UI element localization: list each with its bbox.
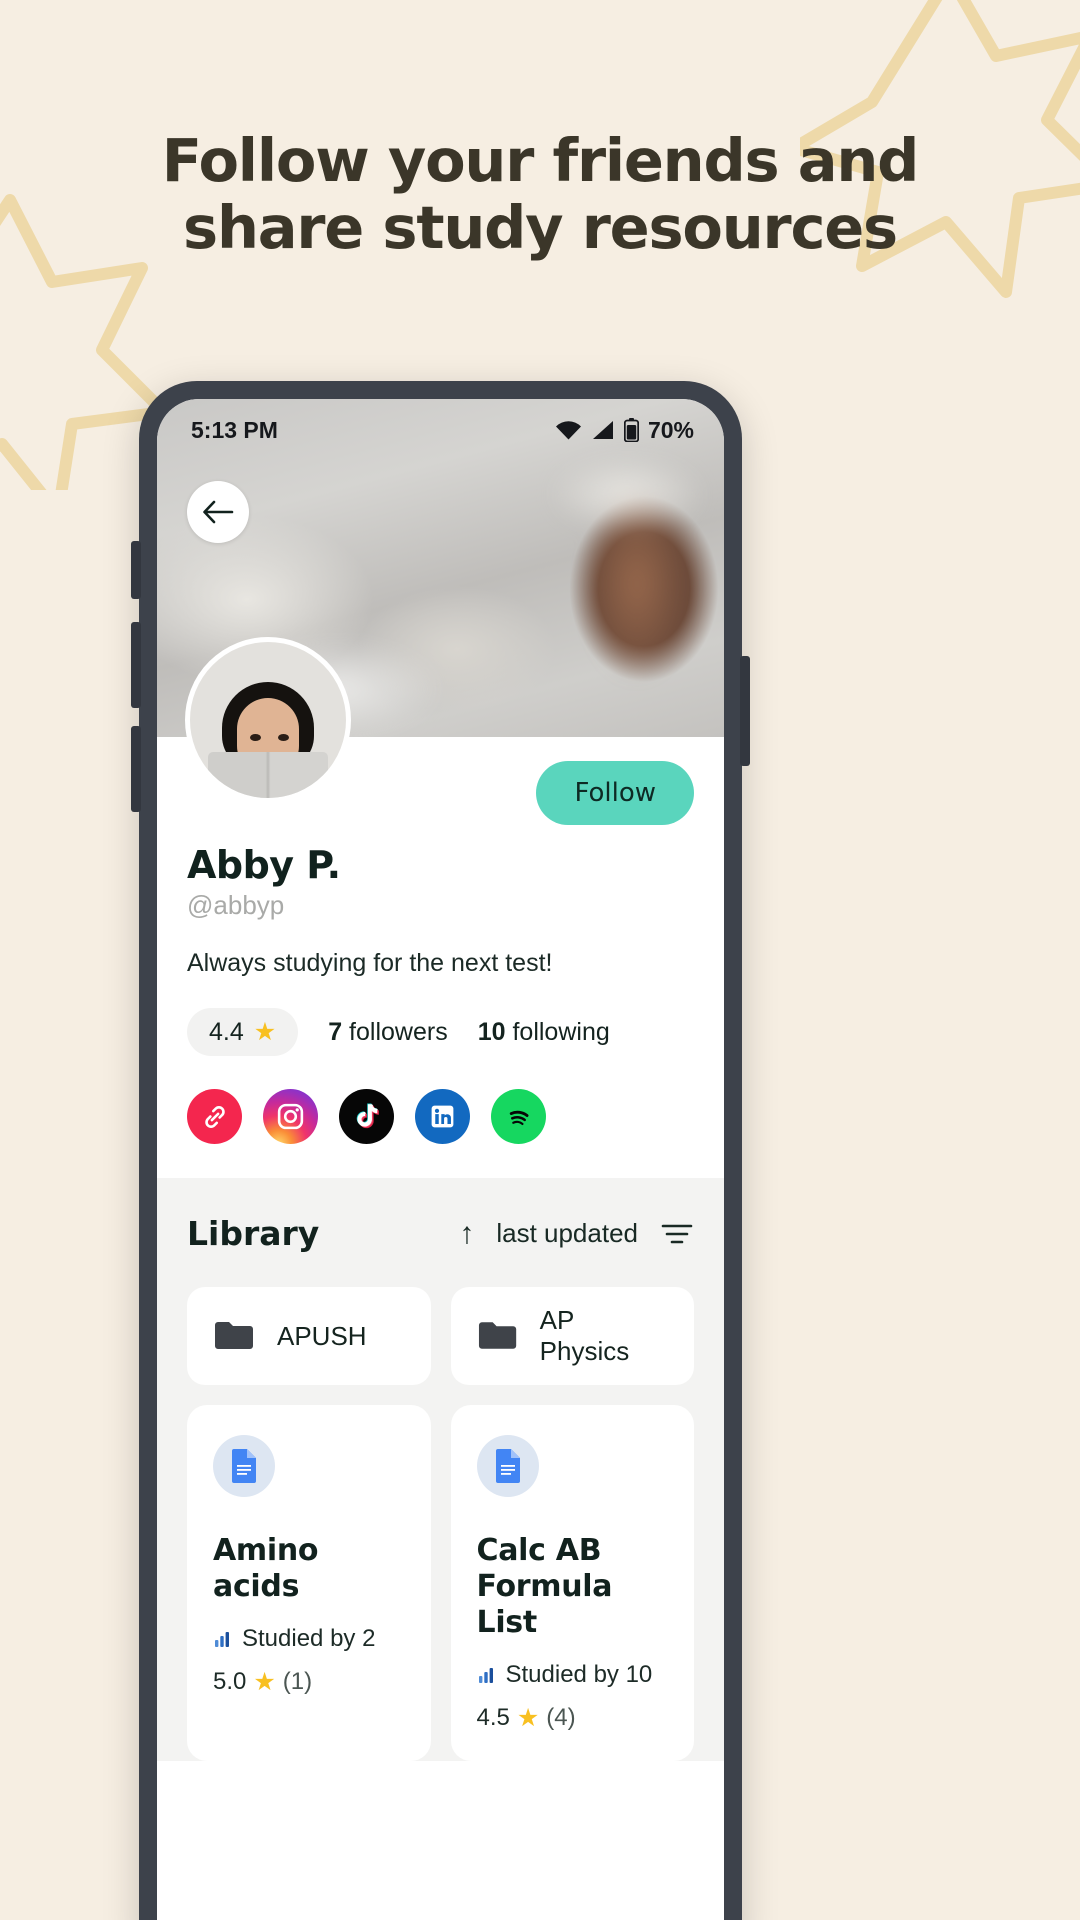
phone-mute-button[interactable] [131, 541, 141, 599]
sort-label[interactable]: last updated [496, 1218, 638, 1249]
library-header: Library ↑ last updated [187, 1178, 694, 1287]
spotify-icon [509, 1110, 528, 1125]
instagram-icon [277, 1103, 304, 1130]
folders-grid: APUSH AP Physics [187, 1287, 694, 1385]
sort-direction-arrow-icon[interactable]: ↑ [459, 1217, 474, 1251]
wifi-icon [555, 421, 581, 440]
document-icon-background [476, 1435, 539, 1497]
phone-power-button[interactable] [740, 656, 750, 766]
status-bar-indicators: 70% [555, 417, 694, 444]
library-title: Library [187, 1214, 320, 1253]
social-links-row [187, 1089, 694, 1178]
headline-line-2: share study resources [183, 192, 898, 262]
followers-label: followers [349, 1017, 448, 1046]
avatar-book [208, 752, 328, 798]
star-icon: ★ [516, 1704, 540, 1732]
star-icon: ★ [253, 1668, 276, 1696]
following-stat[interactable]: 10 following [478, 1018, 610, 1047]
bar-chart-icon [478, 1668, 493, 1683]
linkedin-icon [431, 1105, 454, 1128]
filter-icon[interactable] [660, 1221, 694, 1247]
cellular-signal-icon [592, 421, 613, 439]
document-title: Amino acids [213, 1533, 319, 1604]
profile-rating-badge[interactable]: 4.4 ★ [187, 1008, 299, 1056]
battery-percent-label: 70% [647, 416, 694, 443]
profile-handle: @abbyp [187, 890, 285, 920]
folder-name: AP Physics [539, 1305, 630, 1366]
profile-bio: Always studying for the next test! [187, 949, 553, 977]
google-docs-icon [232, 1449, 256, 1483]
arrow-left-icon [203, 500, 234, 524]
document-studied-by-label: Studied by 10 [505, 1661, 653, 1688]
star-icon: ★ [253, 1018, 277, 1046]
profile-card: Follow Abby P. @abbyp Always studying fo… [157, 637, 724, 1178]
link-icon [204, 1105, 225, 1128]
document-icon-background [213, 1435, 275, 1497]
folder-icon [478, 1322, 516, 1349]
profile-display-name: Abby P. [187, 843, 341, 887]
profile-rating-value: 4.4 [209, 1017, 244, 1046]
document-studied-by-label: Studied by 2 [242, 1625, 376, 1652]
folder-icon [215, 1322, 253, 1349]
phone-volume-down-button[interactable] [131, 726, 141, 812]
document-rating-value: 5.0 [213, 1668, 247, 1695]
document-studied-by: Studied by 2 [213, 1625, 405, 1653]
phone-volume-up-button[interactable] [131, 622, 141, 708]
follow-button[interactable]: Follow [536, 761, 694, 825]
document-card[interactable]: Calc AB Formula List Studied by 10 4.5 ★… [450, 1405, 694, 1761]
document-rating: 5.0 ★ (1) [213, 1667, 405, 1697]
avatar-eye-right [278, 734, 289, 741]
social-link-spotify[interactable] [491, 1089, 546, 1144]
headline-line-1: Follow your friends and [161, 126, 920, 195]
social-link-website[interactable] [187, 1089, 242, 1144]
avatar-eye-left [250, 734, 261, 741]
document-rating-value: 4.5 [476, 1704, 510, 1731]
page-headline: Follow your friends and share study reso… [0, 126, 1080, 262]
document-card[interactable]: Amino acids Studied by 2 5.0 ★ (1) [187, 1405, 431, 1761]
document-studied-by: Studied by 10 [477, 1661, 669, 1689]
google-docs-icon [495, 1449, 520, 1483]
followers-stat[interactable]: 7 followers [328, 1018, 448, 1047]
social-link-tiktok[interactable] [339, 1089, 394, 1144]
social-link-linkedin[interactable] [415, 1089, 470, 1144]
tiktok-icon [356, 1103, 379, 1128]
battery-icon [623, 418, 639, 442]
phone-frame: 5:13 PM 70% Follow Abby P. @abbyp Always… [131, 381, 750, 1920]
avatar[interactable] [185, 637, 351, 803]
bar-chart-icon [215, 1632, 229, 1647]
followers-count: 7 [328, 1017, 343, 1046]
phone-screen: 5:13 PM 70% Follow Abby P. @abbyp Always… [157, 399, 724, 1920]
document-title: Calc AB Formula List [476, 1533, 613, 1640]
library-sort-controls: ↑ last updated [459, 1217, 694, 1251]
profile-stats-row: 4.4 ★ 7 followers 10 following [187, 1008, 694, 1056]
library-section: Library ↑ last updated APUSH AP Physics … [157, 1178, 724, 1761]
document-rating-count: (4) [546, 1704, 576, 1731]
folder-name: APUSH [277, 1320, 367, 1351]
following-count: 10 [477, 1017, 506, 1046]
back-button[interactable] [187, 481, 249, 543]
document-rating-count: (1) [282, 1668, 313, 1695]
status-bar: 5:13 PM 70% [157, 399, 724, 461]
social-link-instagram[interactable] [263, 1089, 318, 1144]
folder-card[interactable]: AP Physics [450, 1287, 694, 1385]
following-label: following [512, 1017, 610, 1046]
status-bar-time: 5:13 PM [191, 416, 278, 443]
document-rating: 4.5 ★ (4) [477, 1703, 669, 1733]
documents-grid: Amino acids Studied by 2 5.0 ★ (1) Calc … [187, 1405, 694, 1761]
folder-card[interactable]: APUSH [187, 1287, 431, 1385]
